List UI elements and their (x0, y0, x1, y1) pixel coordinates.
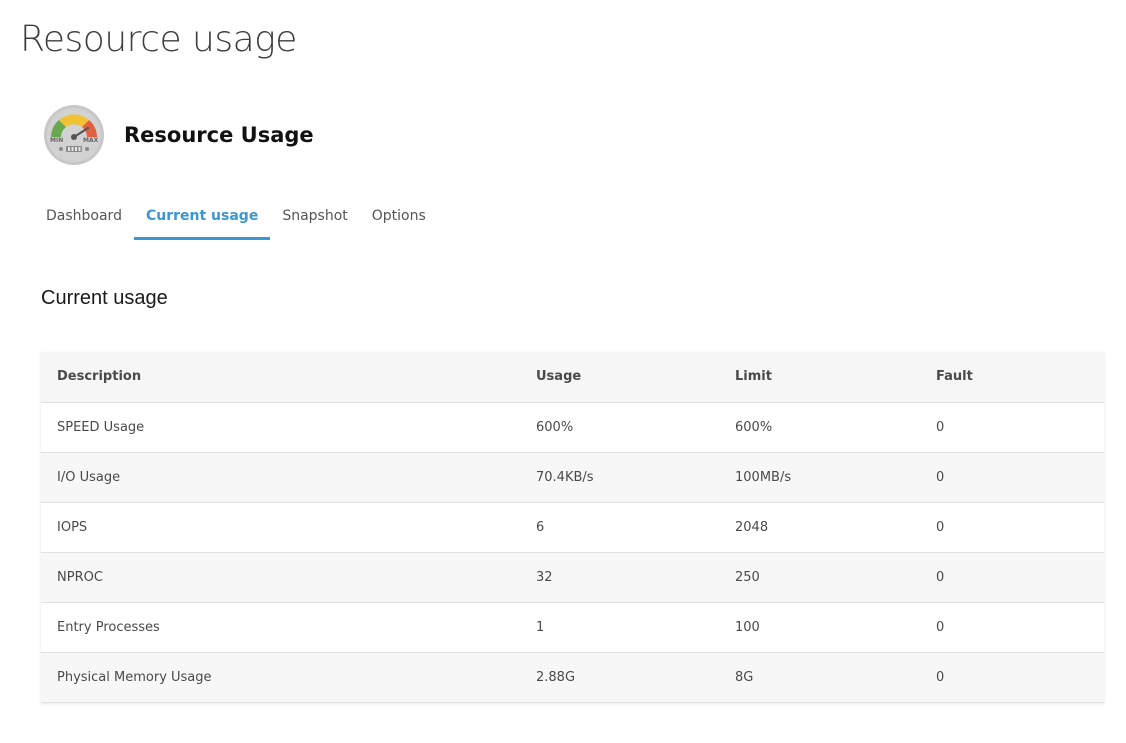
table-row: NPROC 32 250 0 (41, 552, 1104, 603)
section-title: Current usage (41, 287, 168, 309)
table-row: Entry Processes 1 100 0 (41, 602, 1104, 653)
table-row: SPEED Usage 600% 600% 0 (41, 402, 1104, 453)
cell-usage: 6 (520, 502, 719, 553)
cell-description: I/O Usage (41, 452, 520, 503)
cell-description: Physical Memory Usage (41, 652, 520, 703)
svg-text:MAX: MAX (83, 137, 99, 144)
column-header-fault: Fault (920, 352, 1104, 403)
page-title: Resource usage (20, 19, 297, 60)
cell-usage: 2.88G (520, 652, 719, 703)
cell-usage: 1 (520, 602, 719, 653)
table-header-row: Description Usage Limit Fault (41, 352, 1104, 403)
cell-usage: 32 (520, 552, 719, 603)
cell-limit: 8G (719, 652, 920, 703)
table-header: Description Usage Limit Fault (41, 352, 1104, 403)
cell-limit: 600% (719, 402, 920, 453)
column-header-usage: Usage (520, 352, 719, 403)
cell-usage: 600% (520, 402, 719, 453)
table-row: I/O Usage 70.4KB/s 100MB/s 0 (41, 452, 1104, 503)
cell-fault: 0 (920, 552, 1104, 603)
cell-usage: 70.4KB/s (520, 452, 719, 503)
usage-table: Description Usage Limit Fault SPEED Usag… (41, 352, 1104, 703)
cell-fault: 0 (920, 602, 1104, 653)
cell-fault: 0 (920, 452, 1104, 503)
column-header-description: Description (41, 352, 520, 403)
cell-limit: 100MB/s (719, 452, 920, 503)
table-row: Physical Memory Usage 2.88G 8G 0 (41, 652, 1104, 703)
cell-description: SPEED Usage (41, 402, 520, 453)
cell-fault: 0 (920, 652, 1104, 703)
tab-current-usage[interactable]: Current usage (133, 195, 271, 240)
cell-limit: 250 (719, 552, 920, 603)
plugin-title: Resource Usage (124, 123, 314, 147)
tab-dashboard[interactable]: Dashboard (34, 195, 134, 237)
cell-description: IOPS (41, 502, 520, 553)
cell-description: NPROC (41, 552, 520, 603)
table-row: IOPS 6 2048 0 (41, 502, 1104, 553)
svg-text:MIN: MIN (50, 137, 63, 144)
cell-limit: 2048 (719, 502, 920, 553)
table-body: SPEED Usage 600% 600% 0 I/O Usage 70.4KB… (41, 402, 1104, 703)
column-header-limit: Limit (719, 352, 920, 403)
cell-fault: 0 (920, 402, 1104, 453)
tab-snapshot[interactable]: Snapshot (270, 195, 359, 237)
plugin-header: MIN MAX Resource Usage (43, 104, 314, 166)
cell-limit: 100 (719, 602, 920, 653)
cell-fault: 0 (920, 502, 1104, 553)
tab-options[interactable]: Options (360, 195, 438, 237)
cell-description: Entry Processes (41, 602, 520, 653)
tab-bar: Dashboard Current usage Snapshot Options (34, 195, 438, 240)
speedometer-gauge-icon: MIN MAX (44, 105, 104, 165)
